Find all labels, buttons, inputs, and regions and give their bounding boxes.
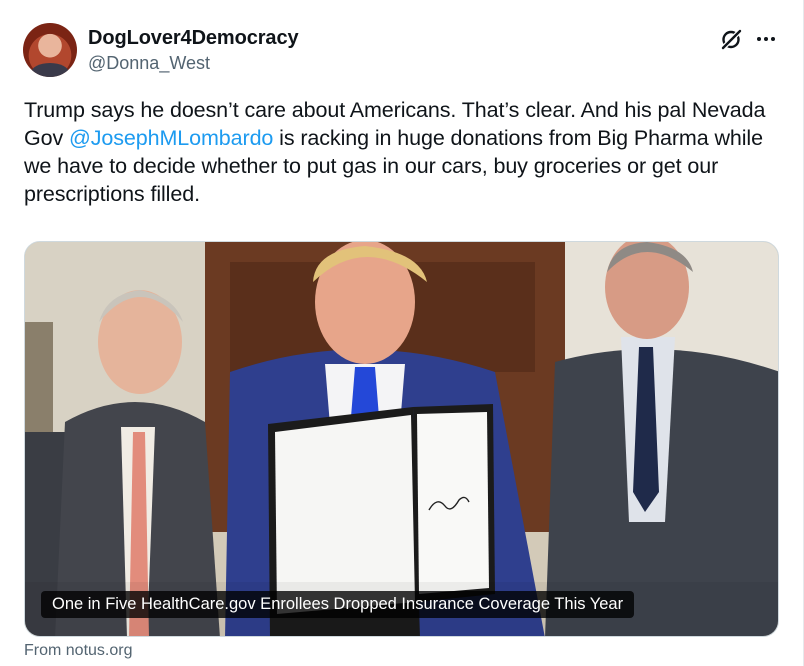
link-card-image[interactable]: One in Five HealthCare.gov Enrollees Dro… xyxy=(24,241,779,637)
link-card-title[interactable]: One in Five HealthCare.gov Enrollees Dro… xyxy=(41,591,635,618)
link-card-source[interactable]: From notus.org xyxy=(24,642,132,660)
avatar[interactable] xyxy=(23,23,77,77)
post-container: DogLover4Democracy @Donna_West Trump say… xyxy=(0,0,804,666)
post-text: Trump says he doesn’t care about America… xyxy=(24,96,784,208)
grok-icon[interactable] xyxy=(719,27,743,51)
more-icon[interactable] xyxy=(754,27,778,51)
mention-link[interactable]: @JosephMLombardo xyxy=(69,126,273,150)
author-handle[interactable]: @Donna_West xyxy=(88,53,210,74)
author-display-name[interactable]: DogLover4Democracy xyxy=(88,27,299,50)
photo-illustration xyxy=(25,242,778,636)
